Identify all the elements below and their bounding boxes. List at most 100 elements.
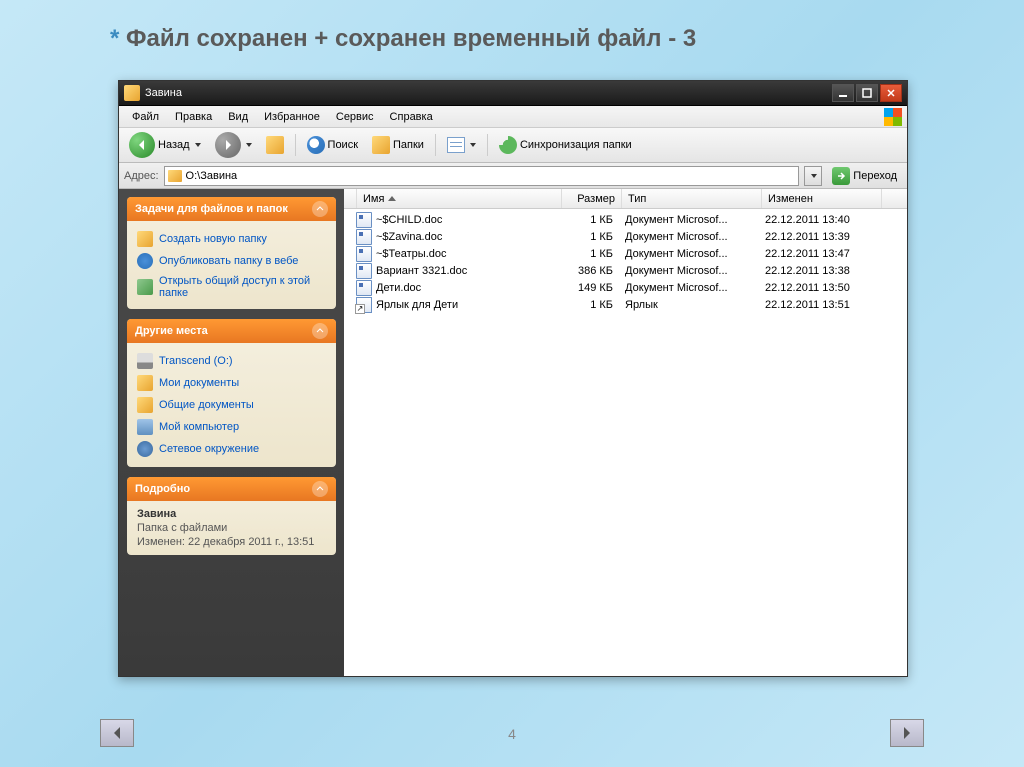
separator <box>435 134 436 156</box>
detail-modified: Изменен: 22 декабря 2011 г., 13:51 <box>137 536 326 548</box>
up-button[interactable] <box>261 133 289 157</box>
folder-icon <box>137 397 153 413</box>
place-mycomputer[interactable]: Мой компьютер <box>137 416 326 438</box>
column-label: Изменен <box>768 193 813 205</box>
prev-slide-button[interactable] <box>100 719 134 747</box>
file-size: 1 КБ <box>559 299 619 311</box>
address-path: O:\Завина <box>186 170 238 182</box>
separator <box>487 134 488 156</box>
search-label: Поиск <box>328 139 358 151</box>
file-row[interactable]: Ярлык для Дети1 КБЯрлык22.12.2011 13:51 <box>344 296 907 313</box>
file-size: 386 КБ <box>559 265 619 277</box>
file-size: 1 КБ <box>559 248 619 260</box>
panel-tasks-body: Создать новую папку Опубликовать папку в… <box>127 221 336 309</box>
file-row[interactable]: Вариант 3321.doc386 КБДокумент Microsof.… <box>344 262 907 279</box>
task-publish[interactable]: Опубликовать папку в вебе <box>137 250 326 272</box>
back-icon <box>129 132 155 158</box>
menu-help[interactable]: Справка <box>382 108 441 126</box>
windows-logo-icon <box>884 108 902 126</box>
collapse-icon <box>312 201 328 217</box>
panel-details-header[interactable]: Подробно <box>127 477 336 501</box>
forward-button[interactable] <box>210 129 257 161</box>
file-row[interactable]: ~$Театры.doc1 КБДокумент Microsof...22.1… <box>344 245 907 262</box>
place-label: Мой компьютер <box>159 421 239 433</box>
sidebar: Задачи для файлов и папок Создать новую … <box>119 189 344 676</box>
menu-view[interactable]: Вид <box>220 108 256 126</box>
task-share[interactable]: Открыть общий доступ к этой папке <box>137 272 326 302</box>
task-new-folder[interactable]: Создать новую папку <box>137 228 326 250</box>
panel-places-header[interactable]: Другие места <box>127 319 336 343</box>
menu-file[interactable]: Файл <box>124 108 167 126</box>
task-label: Создать новую папку <box>159 233 267 245</box>
minimize-button[interactable] <box>832 84 854 102</box>
column-type[interactable]: Тип <box>622 189 762 208</box>
place-drive[interactable]: Transcend (O:) <box>137 350 326 372</box>
file-icon <box>356 229 372 245</box>
detail-type: Папка с файлами <box>137 522 326 534</box>
file-row[interactable]: Дети.doc149 КБДокумент Microsof...22.12.… <box>344 279 907 296</box>
separator <box>295 134 296 156</box>
go-label: Переход <box>853 170 897 182</box>
toolbar: Назад Поиск Папки Синхронизация папки <box>119 128 907 163</box>
panel-places-title: Другие места <box>135 325 208 337</box>
views-button[interactable] <box>442 134 481 156</box>
panel-places: Другие места Transcend (O:) Мои документ… <box>127 319 336 467</box>
sync-button[interactable]: Синхронизация папки <box>494 133 637 157</box>
place-label: Мои документы <box>159 377 239 389</box>
column-label: Имя <box>363 193 384 205</box>
collapse-icon <box>312 481 328 497</box>
menu-edit[interactable]: Правка <box>167 108 220 126</box>
search-button[interactable]: Поиск <box>302 133 363 157</box>
column-modified[interactable]: Изменен <box>762 189 882 208</box>
address-dropdown-button[interactable] <box>804 166 822 186</box>
file-type: Документ Microsof... <box>619 248 759 260</box>
file-icon <box>356 280 372 296</box>
column-name[interactable]: Имя <box>357 189 562 208</box>
sort-asc-icon <box>388 196 396 201</box>
place-network[interactable]: Сетевое окружение <box>137 438 326 460</box>
task-label: Опубликовать папку в вебе <box>159 255 298 267</box>
chevron-down-icon <box>811 174 817 178</box>
place-mydocs[interactable]: Мои документы <box>137 372 326 394</box>
close-button[interactable] <box>880 84 902 102</box>
column-size[interactable]: Размер <box>562 189 622 208</box>
address-input[interactable]: O:\Завина <box>164 166 800 186</box>
file-name: Вариант 3321.doc <box>376 265 559 277</box>
task-label: Открыть общий доступ к этой папке <box>159 275 326 299</box>
file-type: Документ Microsof... <box>619 265 759 277</box>
file-type: Документ Microsof... <box>619 231 759 243</box>
file-row[interactable]: ~$CHILD.doc1 КБДокумент Microsof...22.12… <box>344 211 907 228</box>
panel-tasks-title: Задачи для файлов и папок <box>135 203 288 215</box>
file-icon <box>356 212 372 228</box>
file-name: ~$Zavina.doc <box>376 231 559 243</box>
file-name: ~$Театры.doc <box>376 248 559 260</box>
go-button[interactable]: Переход <box>827 165 902 187</box>
file-icon <box>356 246 372 262</box>
titlebar[interactable]: Завина <box>119 81 907 106</box>
file-list: ~$CHILD.doc1 КБДокумент Microsof...22.12… <box>344 209 907 676</box>
file-row[interactable]: ~$Zavina.doc1 КБДокумент Microsof...22.1… <box>344 228 907 245</box>
menu-favorites[interactable]: Избранное <box>256 108 328 126</box>
panel-places-body: Transcend (O:) Мои документы Общие докум… <box>127 343 336 467</box>
share-icon <box>137 279 153 295</box>
back-button[interactable]: Назад <box>124 129 206 161</box>
globe-icon <box>137 253 153 269</box>
address-bar: Адрес: O:\Завина Переход <box>119 163 907 189</box>
next-slide-button[interactable] <box>890 719 924 747</box>
folders-button[interactable]: Папки <box>367 133 429 157</box>
views-icon <box>447 137 465 153</box>
place-label: Общие документы <box>159 399 254 411</box>
place-shareddocs[interactable]: Общие документы <box>137 394 326 416</box>
slide-title: Файл сохранен + сохранен временный файл … <box>110 25 696 53</box>
file-type: Ярлык <box>619 299 759 311</box>
file-date: 22.12.2011 13:38 <box>759 265 879 277</box>
file-type: Документ Microsof... <box>619 282 759 294</box>
file-area: Имя Размер Тип Изменен ~$CHILD.doc1 КБДо… <box>344 189 907 676</box>
menu-tools[interactable]: Сервис <box>328 108 382 126</box>
column-label: Размер <box>577 193 615 205</box>
panel-tasks-header[interactable]: Задачи для файлов и папок <box>127 197 336 221</box>
file-date: 22.12.2011 13:39 <box>759 231 879 243</box>
forward-icon <box>215 132 241 158</box>
panel-tasks: Задачи для файлов и папок Создать новую … <box>127 197 336 309</box>
maximize-button[interactable] <box>856 84 878 102</box>
